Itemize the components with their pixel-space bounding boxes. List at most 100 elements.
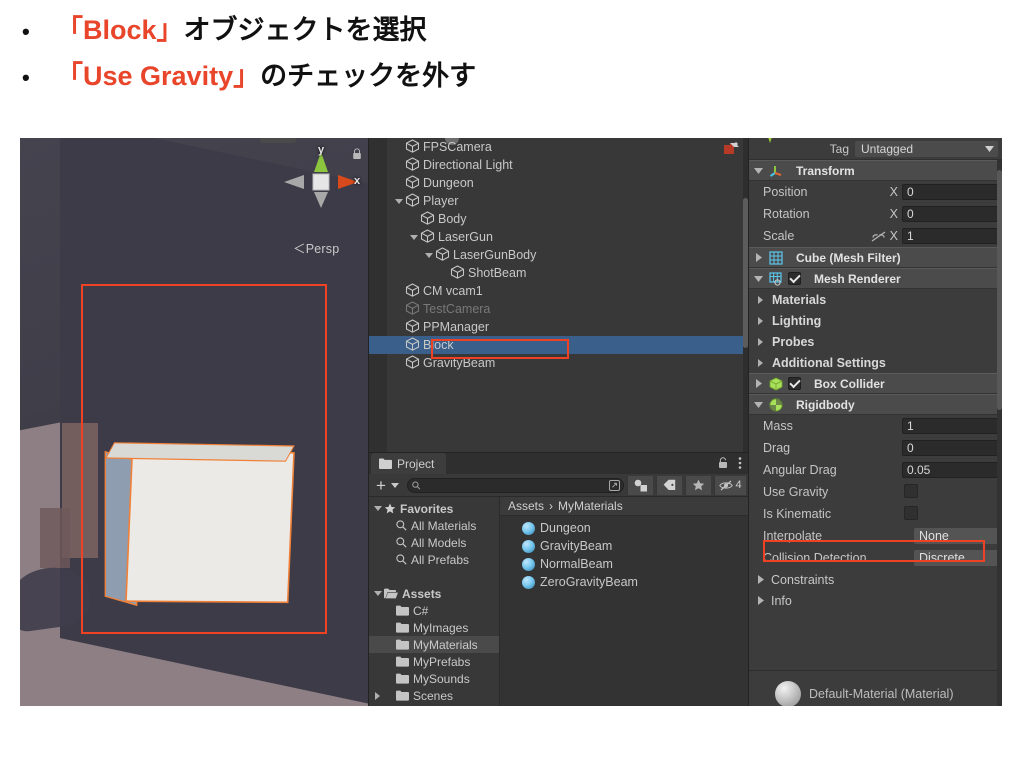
tag-dropdown[interactable]: Untagged: [855, 140, 998, 157]
rigidbody-interpolate-row[interactable]: Interpolate None: [749, 525, 1002, 547]
rigidbody-info-foldout[interactable]: Info: [749, 590, 1002, 611]
mesh-renderer-section-probes[interactable]: Probes: [749, 331, 1002, 352]
rigidbody-angular-drag-row[interactable]: Angular Drag 0.05: [749, 459, 1002, 481]
material-preview-footer[interactable]: Default-Material (Material): [749, 670, 1002, 706]
mesh-renderer-section-additional-settings[interactable]: Additional Settings: [749, 352, 1002, 373]
inspector-panel[interactable]: Tag Untagged Transform Position X 0 Rota…: [748, 138, 1002, 706]
mesh-renderer-sections[interactable]: Materials Lighting Probes Additional Settin…: [749, 289, 1002, 373]
hierarchy-item-player[interactable]: Player: [369, 192, 748, 210]
favorites-filter-button[interactable]: [685, 475, 711, 495]
chevron-right-icon[interactable]: [755, 575, 766, 584]
project-tree-item-all-models[interactable]: All Models: [369, 534, 499, 551]
chevron-down-icon[interactable]: [371, 506, 384, 511]
drag-field[interactable]: 0: [902, 440, 1002, 456]
component-header-transform[interactable]: Transform: [749, 160, 1002, 181]
component-header-rigidbody[interactable]: Rigidbody: [749, 394, 1002, 415]
is-kinematic-checkbox[interactable]: [904, 506, 918, 520]
position-x-field[interactable]: 0: [902, 184, 1002, 200]
chevron-right-icon[interactable]: [755, 337, 766, 346]
inspector-scrollbar[interactable]: [997, 160, 1002, 706]
transform-rotation-row[interactable]: Rotation X 0: [749, 203, 1002, 225]
hierarchy-item-body[interactable]: Body: [369, 210, 748, 228]
hierarchy-item-dungeon[interactable]: Dungeon: [369, 174, 748, 192]
asset-item-zerogravitybeam[interactable]: ZeroGravityBeam: [500, 573, 748, 591]
mass-field[interactable]: 1: [902, 418, 1002, 434]
project-asset-area[interactable]: Assets › MyMaterials Dungeon GravityBeam N…: [500, 497, 748, 706]
chevron-right-icon[interactable]: [755, 358, 766, 367]
asset-list[interactable]: Dungeon GravityBeam NormalBeam ZeroGravityB…: [500, 516, 748, 591]
project-tree-item-c-[interactable]: C#: [369, 602, 499, 619]
mesh-renderer-section-materials[interactable]: Materials: [749, 289, 1002, 310]
filter-by-type-button[interactable]: [627, 475, 653, 495]
breadcrumb-item-assets[interactable]: Assets: [508, 499, 544, 513]
hierarchy-item-testcamera[interactable]: TestCamera: [369, 300, 748, 318]
hierarchy-item-cm-vcam1[interactable]: CM vcam1: [369, 282, 748, 300]
project-search-field[interactable]: [406, 477, 624, 493]
project-tree-item-scenes[interactable]: Scenes: [369, 687, 499, 704]
chevron-right-icon[interactable]: [755, 596, 766, 605]
save-search-icon[interactable]: [609, 479, 620, 491]
use-gravity-checkbox[interactable]: [904, 484, 918, 498]
component-header-mesh-renderer[interactable]: Mesh Renderer: [749, 268, 1002, 289]
project-tree-item-mymaterials[interactable]: MyMaterials: [369, 636, 499, 653]
kebab-menu-icon[interactable]: [738, 456, 742, 470]
chevron-down-icon[interactable]: [753, 401, 764, 408]
hierarchy-item-gravitybeam[interactable]: GravityBeam: [369, 354, 748, 372]
chevron-down-icon[interactable]: [371, 591, 384, 596]
chevron-down-icon[interactable]: [753, 275, 764, 282]
chevron-down-icon[interactable]: [423, 252, 435, 258]
angular-drag-field[interactable]: 0.05: [902, 462, 1002, 478]
mesh-renderer-enabled-checkbox[interactable]: [788, 272, 801, 285]
hierarchy-item-directional-light[interactable]: Directional Light: [369, 156, 748, 174]
component-header-mesh-filter[interactable]: Cube (Mesh Filter): [749, 247, 1002, 268]
hidden-items-button[interactable]: 4: [714, 475, 746, 495]
scene-view[interactable]: y x ＜Persp: [20, 138, 368, 706]
hierarchy-item-fpscamera[interactable]: FPSCamera: [369, 138, 748, 156]
project-tree-item-assets[interactable]: Assets: [369, 585, 499, 602]
hierarchy-item-lasergunbody[interactable]: LaserGunBody: [369, 246, 748, 264]
project-panel[interactable]: Project + 4 Favorites All Materials All …: [368, 452, 748, 706]
breadcrumb[interactable]: Assets › MyMaterials: [500, 497, 748, 516]
lock-icon[interactable]: [718, 457, 728, 469]
chevron-down-icon[interactable]: [753, 167, 764, 174]
chevron-right-icon[interactable]: [755, 295, 766, 304]
project-tree-item-myimages[interactable]: MyImages: [369, 619, 499, 636]
chevron-down-icon[interactable]: [408, 234, 420, 240]
tab-project[interactable]: Project: [371, 453, 447, 474]
scene-lock-icon[interactable]: [352, 148, 362, 160]
rigidbody-use-gravity-row[interactable]: Use Gravity: [749, 481, 1002, 503]
transform-scale-row[interactable]: Scale X 1: [749, 225, 1002, 247]
hierarchy-item-shotbeam[interactable]: ShotBeam: [369, 264, 748, 282]
asset-item-gravitybeam[interactable]: GravityBeam: [500, 537, 748, 555]
breadcrumb-item-current[interactable]: MyMaterials: [558, 499, 623, 513]
rigidbody-collision-detection-row[interactable]: Collision Detection Discrete: [749, 547, 1002, 569]
collision-detection-dropdown[interactable]: Discrete: [914, 550, 1002, 566]
project-tree-item-favorites[interactable]: Favorites: [369, 500, 499, 517]
asset-item-normalbeam[interactable]: NormalBeam: [500, 555, 748, 573]
chevron-right-icon[interactable]: [371, 691, 384, 700]
project-tree-item-myprefabs[interactable]: MyPrefabs: [369, 653, 499, 670]
rigidbody-mass-row[interactable]: Mass 1: [749, 415, 1002, 437]
hierarchy-item-lasergun[interactable]: LaserGun: [369, 228, 748, 246]
hierarchy-item-ppmanager[interactable]: PPManager: [369, 318, 748, 336]
chevron-right-icon[interactable]: [753, 253, 764, 262]
component-header-box-collider[interactable]: Box Collider: [749, 373, 1002, 394]
rigidbody-constraints-foldout[interactable]: Constraints: [749, 569, 1002, 590]
hierarchy-panel[interactable]: FPSCamera Directional Light Dungeon Player B…: [368, 138, 748, 452]
project-tree-item-all-materials[interactable]: All Materials: [369, 517, 499, 534]
chevron-right-icon[interactable]: [755, 316, 766, 325]
project-folder-tree[interactable]: Favorites All Materials All Models All Pref…: [369, 497, 500, 706]
project-toolbar[interactable]: + 4: [369, 474, 748, 497]
filter-by-label-button[interactable]: [656, 475, 682, 495]
project-tree-item-all-prefabs[interactable]: All Prefabs: [369, 551, 499, 568]
asset-item-dungeon[interactable]: Dungeon: [500, 519, 748, 537]
chevron-down-icon[interactable]: [393, 198, 405, 204]
rigidbody-drag-row[interactable]: Drag 0: [749, 437, 1002, 459]
add-asset-button[interactable]: +: [371, 477, 388, 494]
hierarchy-tree[interactable]: FPSCamera Directional Light Dungeon Player B…: [369, 138, 748, 452]
mesh-renderer-section-lighting[interactable]: Lighting: [749, 310, 1002, 331]
link-broken-icon[interactable]: [871, 231, 886, 242]
scale-x-field[interactable]: 1: [902, 228, 1002, 244]
rigidbody-is-kinematic-row[interactable]: Is Kinematic: [749, 503, 1002, 525]
scene-projection-label[interactable]: ＜Persp: [293, 238, 339, 257]
